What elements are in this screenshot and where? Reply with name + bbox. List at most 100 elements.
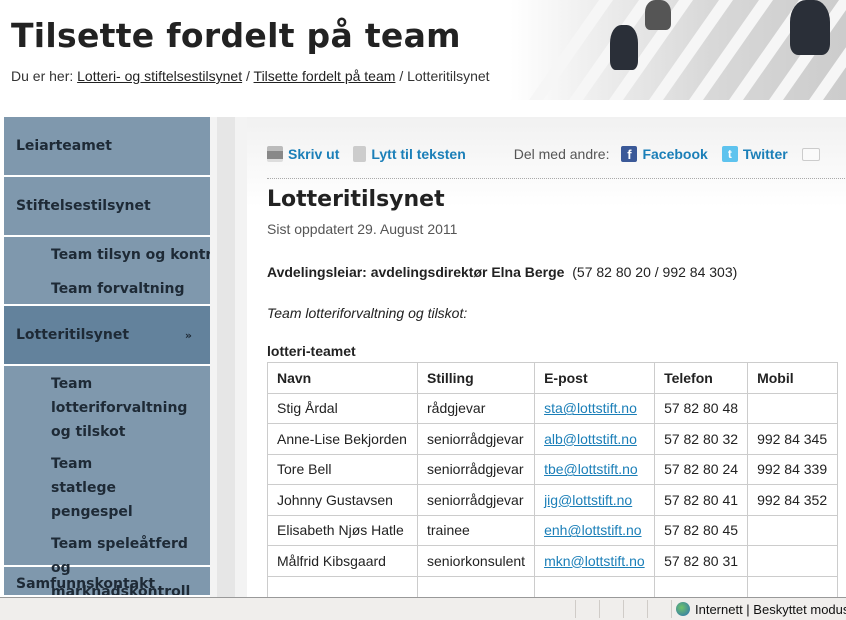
email-link[interactable]: alb@lottstift.no <box>544 431 637 447</box>
table-row: Johnny Gustavsen seniorrådgjevar jig@lotts… <box>267 484 839 516</box>
sidebar-item-leiarteamet[interactable]: Leiarteamet <box>4 117 210 177</box>
breadcrumb-link[interactable]: Tilsette fordelt på team <box>254 68 396 84</box>
content-gutter <box>210 117 247 597</box>
sidebar-subgroup: Team tilsyn og kontroll Team forvaltning <box>4 237 210 306</box>
breadcrumb-separator: / <box>399 68 404 84</box>
breadcrumb-separator: / <box>246 68 250 84</box>
page-title: Tilsette fordelt på team <box>11 16 461 55</box>
department-leader: Avdelingsleiar: avdelingsdirektør Elna B… <box>267 264 737 280</box>
email-link[interactable]: mkn@lottstift.no <box>544 553 645 569</box>
cell-email: jig@lottstift.no <box>534 484 656 516</box>
cell-position: seniorkonsulent <box>416 545 536 577</box>
table-row: Tore Bell seniorrådgjevar tbe@lottstift.no… <box>267 453 839 485</box>
cell-mobile <box>747 392 839 424</box>
breadcrumb-prefix: Du er her: <box>11 68 74 84</box>
email-link[interactable]: tbe@lottstift.no <box>544 461 638 477</box>
print-label: Skriv ut <box>288 146 340 162</box>
sidebar-item-label: Stiftelsestilsynet <box>16 198 151 214</box>
security-zone[interactable]: Internett | Beskyttet modus: P <box>695 602 846 617</box>
speaker-document-icon <box>353 146 367 162</box>
staff-table: Navn Stilling E-post Telefon Mobil Stig … <box>267 362 839 607</box>
cell-email: tbe@lottstift.no <box>534 453 656 485</box>
sidebar-subgroup: Team lotteriforvaltning og tilskot Team … <box>4 366 210 597</box>
sidebar-item-team-tilsyn[interactable]: Team tilsyn og kontroll <box>51 243 210 267</box>
table-header-row: Navn Stilling E-post Telefon Mobil <box>267 362 839 394</box>
table-row: Målfrid Kibsgaard seniorkonsulent mkn@lott… <box>267 545 839 577</box>
facebook-label: Facebook <box>642 146 708 162</box>
main-content: Skriv ut Lytt til teksten Del med andre:… <box>247 117 846 607</box>
cell-name: Målfrid Kibsgaard <box>267 545 418 577</box>
listen-button[interactable]: Lytt til teksten <box>353 146 466 162</box>
cell-email: sta@lottstift.no <box>534 392 656 424</box>
email-link[interactable]: enh@lottstift.no <box>544 522 642 538</box>
cell-email: alb@lottstift.no <box>534 423 656 455</box>
sidebar: Leiarteamet Stiftelsestilsynet Team tils… <box>4 117 210 597</box>
sidebar-item-stiftelsestilsynet[interactable]: Stiftelsestilsynet <box>4 177 210 237</box>
cell-phone: 57 82 80 32 <box>654 423 749 455</box>
article-title: Lotteritilsynet <box>267 187 445 212</box>
table-row: Stig Årdal rådgjevar sta@lottstift.no 57 82… <box>267 392 839 424</box>
twitter-label: Twitter <box>742 146 788 162</box>
cell-phone: 57 82 80 31 <box>654 545 749 577</box>
sidebar-item-team-lotteriforvaltning[interactable]: Team lotteriforvaltning og tilskot <box>51 372 200 444</box>
cell-phone: 57 82 80 45 <box>654 514 749 546</box>
leader-name: Avdelingsleiar: avdelingsdirektør Elna B… <box>267 264 565 280</box>
breadcrumb-link[interactable]: Lotteri- og stiftelsestilsynet <box>77 68 242 84</box>
chevron-double-right-icon: » <box>184 328 192 342</box>
table-row: Elisabeth Njøs Hatle trainee enh@lottstift… <box>267 514 839 546</box>
listen-label: Lytt til teksten <box>371 146 466 162</box>
cell-mobile <box>747 545 839 577</box>
cell-name: Elisabeth Njøs Hatle <box>267 514 418 546</box>
cell-name: Anne-Lise Bekjorden <box>267 423 418 455</box>
cell-position: rådgjevar <box>416 392 536 424</box>
table-caption: lotteri-teamet <box>267 343 356 359</box>
globe-icon <box>676 602 690 616</box>
printer-icon <box>267 146 283 162</box>
print-button[interactable]: Skriv ut <box>267 146 339 162</box>
cell-mobile <box>747 514 839 546</box>
twitter-link[interactable]: t Twitter <box>721 146 788 162</box>
cell-position: seniorrådgjevar <box>416 453 536 485</box>
header-photo <box>510 0 846 100</box>
table-row: Anne-Lise Bekjorden seniorrådgjevar alb@lo… <box>267 423 839 455</box>
cell-phone: 57 82 80 24 <box>654 453 749 485</box>
facebook-link[interactable]: f Facebook <box>621 146 708 162</box>
share-label: Del med andre: <box>513 146 610 162</box>
sidebar-item-lotteritilsynet[interactable]: Lotteritilsynet » <box>4 306 210 366</box>
last-updated: Sist oppdatert 29. August 2011 <box>267 221 458 237</box>
email-icon[interactable] <box>801 147 820 161</box>
toolbar: Skriv ut Lytt til teksten Del med andre:… <box>267 143 846 165</box>
cell-mobile: 992 84 345 <box>747 423 839 455</box>
sidebar-item-samfunnskontakt[interactable]: Samfunnskontakt <box>4 567 210 597</box>
cell-mobile: 992 84 339 <box>747 453 839 485</box>
cell-position: seniorrådgjevar <box>416 423 536 455</box>
col-header-position: Stilling <box>416 362 536 394</box>
cell-name: Johnny Gustavsen <box>267 484 418 516</box>
col-header-email: E-post <box>534 362 656 394</box>
col-header-name: Navn <box>267 362 418 394</box>
cell-phone: 57 82 80 41 <box>654 484 749 516</box>
email-link[interactable]: sta@lottstift.no <box>544 400 637 416</box>
twitter-icon: t <box>721 146 738 162</box>
col-header-phone: Telefon <box>654 362 749 394</box>
cell-mobile: 992 84 352 <box>747 484 839 516</box>
email-link[interactable]: jig@lottstift.no <box>544 492 632 508</box>
sidebar-item-label: Leiarteamet <box>16 138 112 154</box>
leader-phone: (57 82 80 20 / 992 84 303) <box>572 264 738 280</box>
sidebar-item-team-statlege-pengespel[interactable]: Team statlege pengespel <box>51 452 161 524</box>
cell-name: Tore Bell <box>267 453 418 485</box>
col-header-mobile: Mobil <box>747 362 839 394</box>
cell-email: mkn@lottstift.no <box>534 545 656 577</box>
header: Tilsette fordelt på team Du er her: Lott… <box>0 0 846 100</box>
cell-position: seniorrådgjevar <box>416 484 536 516</box>
cell-name: Stig Årdal <box>267 392 418 424</box>
sidebar-item-label: Samfunnskontakt <box>16 576 156 592</box>
cell-position: trainee <box>416 514 536 546</box>
breadcrumb: Du er her: Lotteri- og stiftelsestilsyne… <box>11 68 490 84</box>
divider <box>267 178 846 179</box>
facebook-icon: f <box>621 146 638 162</box>
sidebar-item-team-forvaltning[interactable]: Team forvaltning <box>51 277 210 301</box>
cell-email: enh@lottstift.no <box>534 514 656 546</box>
breadcrumb-current: Lotteritilsynet <box>407 68 490 84</box>
cell-phone: 57 82 80 48 <box>654 392 749 424</box>
